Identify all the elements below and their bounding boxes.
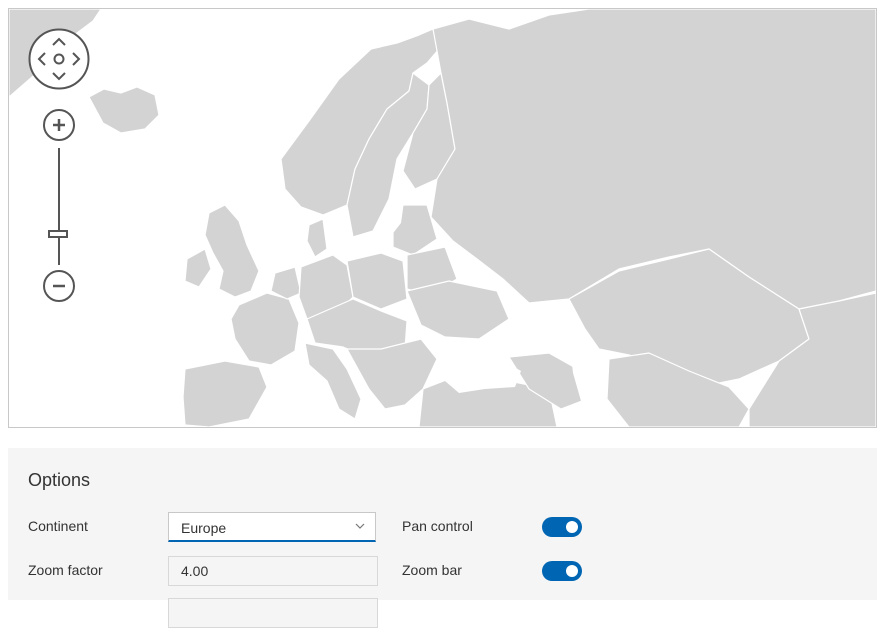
pan-control-label: Pan control xyxy=(402,518,473,534)
zoom-factor-input[interactable] xyxy=(168,556,378,586)
extra-field[interactable] xyxy=(168,598,378,628)
continent-dropdown[interactable]: Europe xyxy=(168,512,376,542)
minus-circle-icon[interactable] xyxy=(42,269,76,303)
chevron-down-icon xyxy=(355,523,365,529)
zoom-bar-track[interactable] xyxy=(58,148,60,265)
region-ireland xyxy=(184,248,212,288)
region-denmark xyxy=(306,218,328,258)
region-france xyxy=(230,292,300,366)
region-iceland xyxy=(88,86,160,134)
zoom-bar-toggle[interactable] xyxy=(542,561,582,581)
europe-map[interactable] xyxy=(9,9,876,427)
region-great-britain xyxy=(204,204,260,298)
options-title: Options xyxy=(28,470,91,490)
region-ukraine xyxy=(406,280,510,340)
zoom-factor-label: Zoom factor xyxy=(28,562,103,578)
toggle-knob xyxy=(566,521,578,533)
options-panel: Options Continent Europe Zoom factor Pan… xyxy=(8,448,877,628)
plus-circle-icon[interactable] xyxy=(42,108,76,142)
pan-control-toggle[interactable] xyxy=(542,517,582,537)
pan-arrows-icon[interactable] xyxy=(28,28,90,90)
region-iberia xyxy=(182,360,268,427)
continent-value: Europe xyxy=(181,520,227,536)
zoom-bar-thumb[interactable] xyxy=(48,230,68,238)
continent-label: Continent xyxy=(28,518,88,534)
toggle-knob xyxy=(566,565,578,577)
region-benelux xyxy=(270,266,302,300)
map-view[interactable] xyxy=(8,8,877,428)
zoom-bar-label: Zoom bar xyxy=(402,562,462,578)
